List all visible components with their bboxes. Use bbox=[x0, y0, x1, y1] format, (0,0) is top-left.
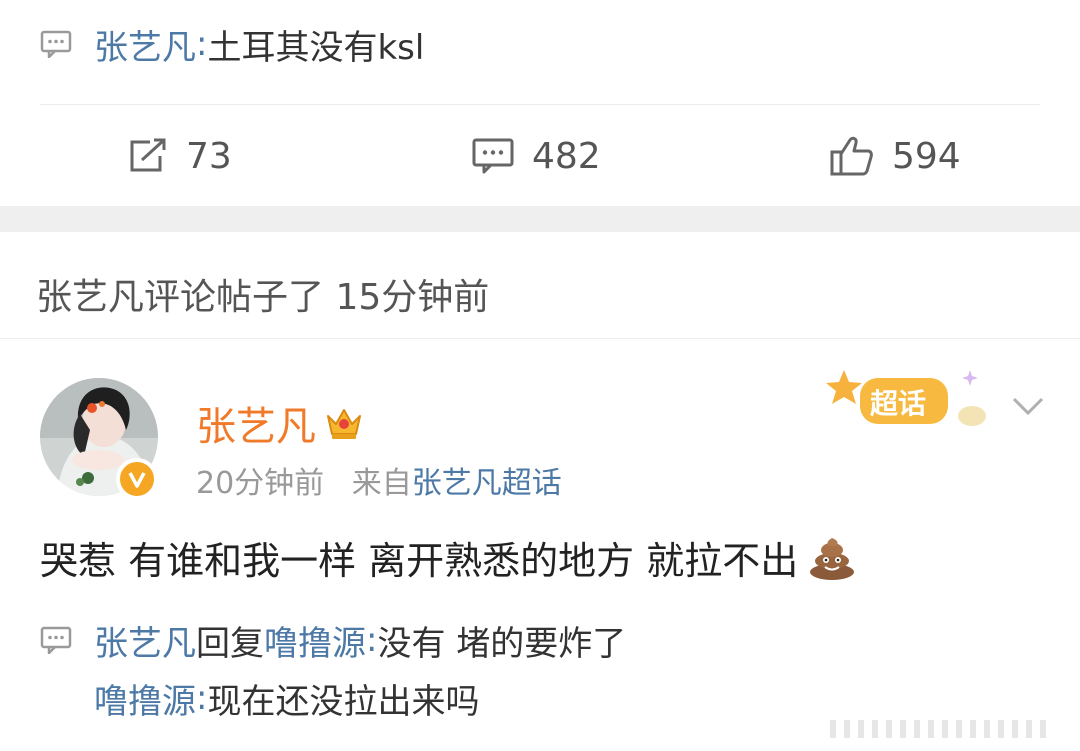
watermark-graphic bbox=[830, 720, 1046, 738]
post-meta: 20分钟前 来自张艺凡超话 bbox=[196, 458, 562, 502]
source-prefix: 来自 bbox=[351, 466, 412, 501]
supertopic-label: 超话 bbox=[870, 387, 927, 420]
poop-emoji-icon bbox=[810, 537, 855, 580]
comment-separator: : bbox=[196, 24, 208, 64]
comment-bubble-icon bbox=[40, 30, 72, 58]
reply-separator: : bbox=[196, 678, 208, 718]
comment-bubble-icon bbox=[40, 626, 72, 654]
reply-item[interactable]: 张艺凡 回复 噜撸源: 没有 堵的要炸了 bbox=[40, 620, 626, 664]
reply-text: 没有 堵的要炸了 bbox=[377, 623, 627, 664]
chevron-down-icon[interactable] bbox=[1008, 394, 1048, 418]
thumbs-up-icon bbox=[830, 136, 873, 176]
comment-count: 482 bbox=[532, 135, 601, 177]
like-count: 594 bbox=[892, 135, 961, 177]
post-text: 哭惹 有谁和我一样 离开熟悉的地方 就拉不出 bbox=[40, 539, 799, 583]
activity-notice: 张艺凡评论帖子了 15分钟前 bbox=[36, 277, 490, 318]
reply-username[interactable]: 张艺凡 bbox=[94, 616, 196, 665]
comment-text: 土耳其没有ksl bbox=[207, 27, 425, 68]
post-body: 哭惹 有谁和我一样 离开熟悉的地方 就拉不出 bbox=[40, 530, 856, 585]
post-time: 20分钟前 bbox=[196, 466, 325, 501]
post-author[interactable]: 张艺凡 bbox=[196, 394, 364, 452]
reply-item[interactable]: 噜撸源: 现在还没拉出来吗 bbox=[94, 678, 479, 722]
reply-separator: : bbox=[366, 620, 378, 660]
like-button[interactable]: 594 bbox=[830, 128, 961, 184]
reply-verb: 回复 bbox=[196, 623, 264, 664]
divider bbox=[40, 104, 1040, 105]
repost-count: 73 bbox=[186, 135, 232, 177]
post-author-name[interactable]: 张艺凡 bbox=[196, 394, 316, 452]
reply-text: 现在还没拉出来吗 bbox=[207, 681, 480, 722]
reply-username[interactable]: 噜撸源 bbox=[94, 674, 196, 723]
divider bbox=[0, 338, 1080, 339]
comment-preview[interactable]: 张艺凡: 土耳其没有ksl bbox=[40, 24, 424, 68]
reply-target[interactable]: 噜撸源 bbox=[264, 616, 366, 665]
supertopic-badge[interactable]: 超话 bbox=[824, 364, 990, 440]
crown-icon bbox=[327, 409, 361, 439]
source-link[interactable]: 张艺凡超话 bbox=[412, 466, 562, 501]
verified-badge-icon bbox=[116, 458, 158, 500]
comment-username[interactable]: 张艺凡 bbox=[94, 20, 196, 69]
comment-button[interactable]: 482 bbox=[472, 128, 601, 184]
repost-button[interactable]: 73 bbox=[128, 128, 232, 184]
section-separator bbox=[0, 206, 1080, 232]
repost-icon bbox=[130, 138, 166, 172]
comment-icon bbox=[472, 138, 514, 174]
